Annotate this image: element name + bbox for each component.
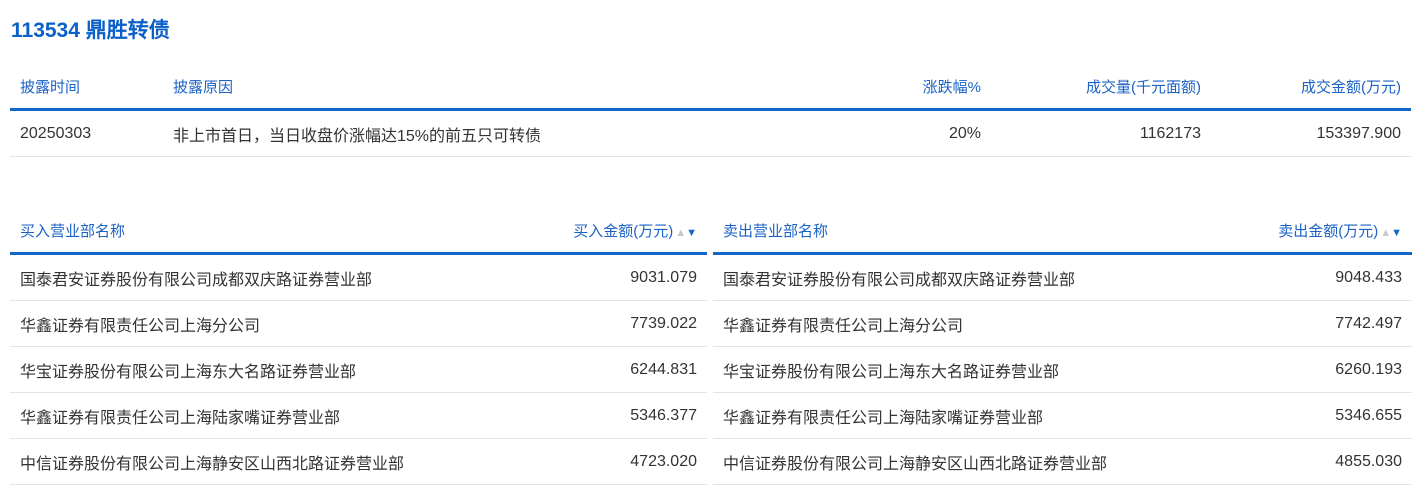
- change: 20%: [771, 109, 991, 157]
- col-buy-amount-sort[interactable]: 买入金额(万元) ▲▼: [524, 208, 707, 255]
- table-row: 国泰君安证券股份有限公司成都双庆路证券营业部 9048.433: [713, 253, 1412, 301]
- buy-table: 买入营业部名称 买入金额(万元) ▲▼ 国泰君安证券股份有限公司成都双庆路证券营业…: [10, 208, 707, 485]
- table-row: 华鑫证券有限责任公司上海分公司 7739.022: [10, 300, 707, 347]
- broker-amount: 9031.079: [524, 253, 707, 301]
- sort-icon[interactable]: ▲▼: [1380, 227, 1402, 239]
- table-row: 华宝证券股份有限公司上海东大名路证券营业部 6244.831: [10, 346, 707, 393]
- broker-name: 华宝证券股份有限公司上海东大名路证券营业部: [10, 346, 525, 393]
- col-sell-name: 卖出营业部名称: [713, 208, 1229, 255]
- broker-name: 华鑫证券有限责任公司上海陆家嘴证券营业部: [713, 392, 1229, 439]
- sell-table: 卖出营业部名称 卖出金额(万元) ▲▼ 国泰君安证券股份有限公司成都双庆路证券营业…: [713, 208, 1412, 485]
- col-change: 涨跌幅%: [771, 64, 991, 111]
- header-label: 卖出金额(万元): [1278, 222, 1379, 240]
- header-label: 买入金额(万元): [573, 222, 674, 240]
- broker-amount: 6260.193: [1228, 346, 1412, 393]
- col-reason: 披露原因: [163, 64, 771, 111]
- table-row: 华宝证券股份有限公司上海东大名路证券营业部 6260.193: [713, 346, 1412, 393]
- page-title: 113534 鼎胜转债: [11, 19, 170, 42]
- sort-icon[interactable]: ▲▼: [675, 227, 697, 239]
- col-volume: 成交量(千元面额): [991, 64, 1211, 111]
- broker-name: 华宝证券股份有限公司上海东大名路证券营业部: [713, 346, 1229, 393]
- disclosure-table: 披露时间 披露原因 涨跌幅% 成交量(千元面额) 成交金额(万元) 202503…: [10, 64, 1411, 157]
- amount: 153397.900: [1211, 109, 1411, 157]
- volume: 1162173: [991, 109, 1211, 157]
- broker-name: 国泰君安证券股份有限公司成都双庆路证券营业部: [10, 253, 525, 301]
- broker-amount: 7739.022: [524, 300, 707, 347]
- broker-amount: 7742.497: [1228, 300, 1412, 347]
- table-row: 国泰君安证券股份有限公司成都双庆路证券营业部 9031.079: [10, 253, 707, 301]
- reason: 非上市首日，当日收盘价涨幅达15%的前五只可转债: [163, 109, 771, 157]
- broker-name: 国泰君安证券股份有限公司成都双庆路证券营业部: [713, 253, 1229, 301]
- table-row: 华鑫证券有限责任公司上海陆家嘴证券营业部 5346.655: [713, 392, 1412, 439]
- broker-amount: 9048.433: [1228, 253, 1412, 301]
- broker-amount: 5346.377: [524, 392, 707, 439]
- table-row: 华鑫证券有限责任公司上海分公司 7742.497: [713, 300, 1412, 347]
- col-date: 披露时间: [10, 64, 163, 111]
- broker-name: 华鑫证券有限责任公司上海分公司: [713, 300, 1229, 347]
- broker-amount: 6244.831: [524, 346, 707, 393]
- table-row: 20250303 非上市首日，当日收盘价涨幅达15%的前五只可转债 20% 11…: [10, 109, 1411, 157]
- broker-name: 华鑫证券有限责任公司上海分公司: [10, 300, 525, 347]
- col-buy-name: 买入营业部名称: [10, 208, 525, 255]
- col-amount: 成交金额(万元): [1211, 64, 1411, 111]
- col-sell-amount-sort[interactable]: 卖出金额(万元) ▲▼: [1228, 208, 1412, 255]
- broker-amount: 5346.655: [1228, 392, 1412, 439]
- date: 20250303: [10, 109, 163, 157]
- broker-name: 华鑫证券有限责任公司上海陆家嘴证券营业部: [10, 392, 525, 439]
- table-row: 华鑫证券有限责任公司上海陆家嘴证券营业部 5346.377: [10, 392, 707, 439]
